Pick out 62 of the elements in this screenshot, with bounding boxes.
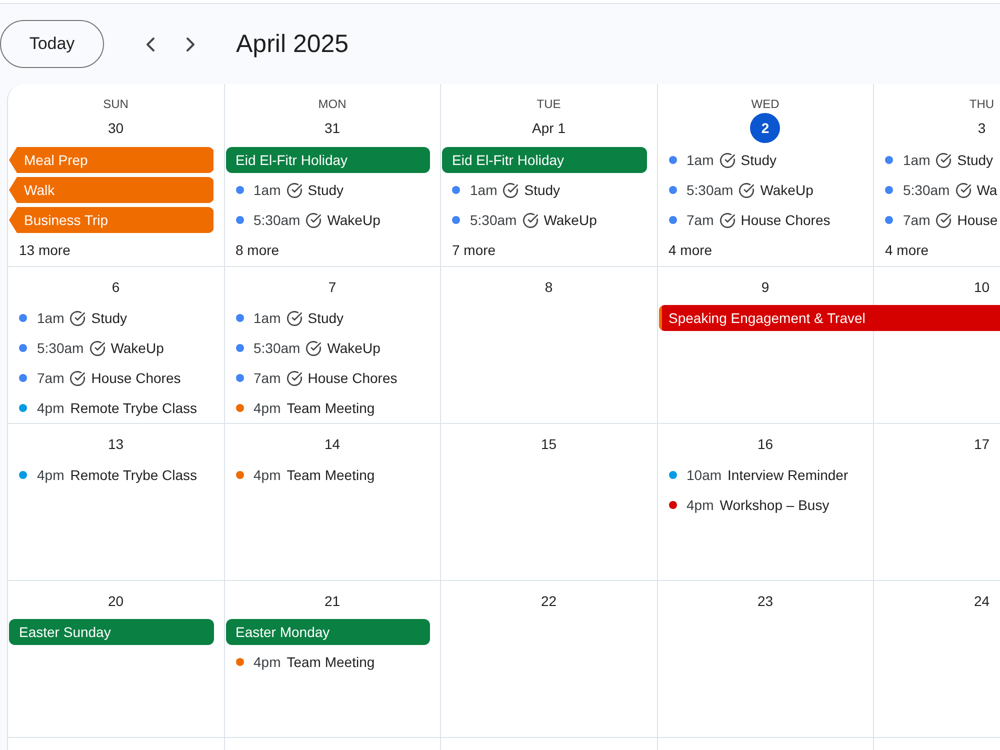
event-item[interactable]: 4pm Remote Trybe Class [8, 462, 224, 488]
event-item[interactable]: 5:30am WakeUp [441, 207, 656, 233]
more-events-link[interactable]: 4 more [658, 237, 712, 263]
event-chip[interactable]: Easter Sunday [9, 619, 214, 645]
date-number[interactable]: 21 [318, 587, 346, 615]
event-chip[interactable]: Easter Monday [226, 619, 430, 645]
event-chip[interactable]: Speaking Engagement & Travel [658, 305, 1000, 331]
event-item[interactable]: 1am Study [224, 177, 440, 203]
date-number[interactable]: 20 [102, 587, 130, 615]
month-title: April 2025 [236, 30, 349, 58]
date-number[interactable]: 31 [317, 113, 348, 143]
date-number[interactable]: 17 [968, 430, 996, 458]
date-number[interactable]: 3 [966, 113, 997, 143]
more-events-link[interactable]: 7 more [441, 237, 496, 263]
event-item[interactable]: 10am Interview Reminder [658, 462, 873, 488]
event-item[interactable]: 4pm Team Meeting [224, 462, 440, 488]
date-number[interactable]: 14 [318, 430, 346, 458]
event-item[interactable]: 4pm Team Meeting [224, 395, 440, 421]
date-number[interactable]: 8 [534, 273, 563, 301]
weekday-label: THU [969, 96, 994, 112]
event-item[interactable]: 4pm Remote Trybe Class [8, 395, 224, 421]
date-number[interactable]: 6 [102, 273, 130, 301]
more-events-link[interactable]: 8 more [224, 237, 280, 263]
event-item[interactable]: 1am Study [874, 147, 1000, 173]
event-item[interactable]: 1am Study [224, 305, 440, 331]
date-number[interactable]: 30 [100, 113, 131, 143]
date-number[interactable]: 22 [534, 587, 563, 615]
event-item[interactable]: 5:30am WakeUp [224, 207, 440, 233]
chevron-left-icon [146, 36, 154, 52]
event-item[interactable]: 1am Study [658, 147, 873, 173]
date-number[interactable]: 2 [750, 113, 780, 143]
event-item[interactable]: 1am Study [8, 305, 224, 331]
date-number[interactable]: 7 [318, 273, 346, 301]
event-chip[interactable]: Eid El-Fitr Holiday [226, 147, 430, 173]
date-number[interactable]: 16 [751, 430, 780, 458]
weekday-label: MON [318, 96, 346, 112]
weekday-label: SUN [103, 96, 128, 112]
event-chip[interactable]: Eid El-Fitr Holiday [442, 147, 646, 173]
event-item[interactable]: 4pm Workshop – Busy [658, 492, 873, 518]
date-number[interactable]: 9 [751, 273, 780, 301]
date-number[interactable]: 24 [968, 587, 996, 615]
event-item[interactable]: 5:30am WakeUp [8, 335, 224, 361]
event-item[interactable]: 7am House Chores [224, 365, 440, 391]
date-number[interactable]: 23 [751, 587, 780, 615]
event-item[interactable]: 4pm Team Meeting [224, 649, 440, 675]
event-item[interactable]: 5:30am Wa [874, 177, 1000, 203]
date-number[interactable]: 15 [534, 430, 563, 458]
more-events-link[interactable]: 13 more [8, 237, 70, 263]
date-number[interactable]: 10 [968, 273, 996, 301]
event-item[interactable]: 1am Study [441, 177, 656, 203]
event-item[interactable]: 5:30am WakeUp [658, 177, 873, 203]
today-button[interactable]: Today [0, 20, 104, 68]
event-item[interactable]: 7am House Chores [8, 365, 224, 391]
weekday-label: TUE [536, 96, 561, 112]
date-number[interactable]: Apr 1 [526, 113, 572, 143]
weekday-label: WED [751, 96, 780, 112]
date-number[interactable]: 13 [102, 430, 130, 458]
event-item[interactable]: 7am House [874, 207, 1000, 233]
more-events-link[interactable]: 4 more [874, 237, 929, 263]
event-item[interactable]: 5:30am WakeUp [224, 335, 440, 361]
event-item[interactable]: 7am House Chores [658, 207, 873, 233]
chevron-right-icon [186, 36, 194, 52]
